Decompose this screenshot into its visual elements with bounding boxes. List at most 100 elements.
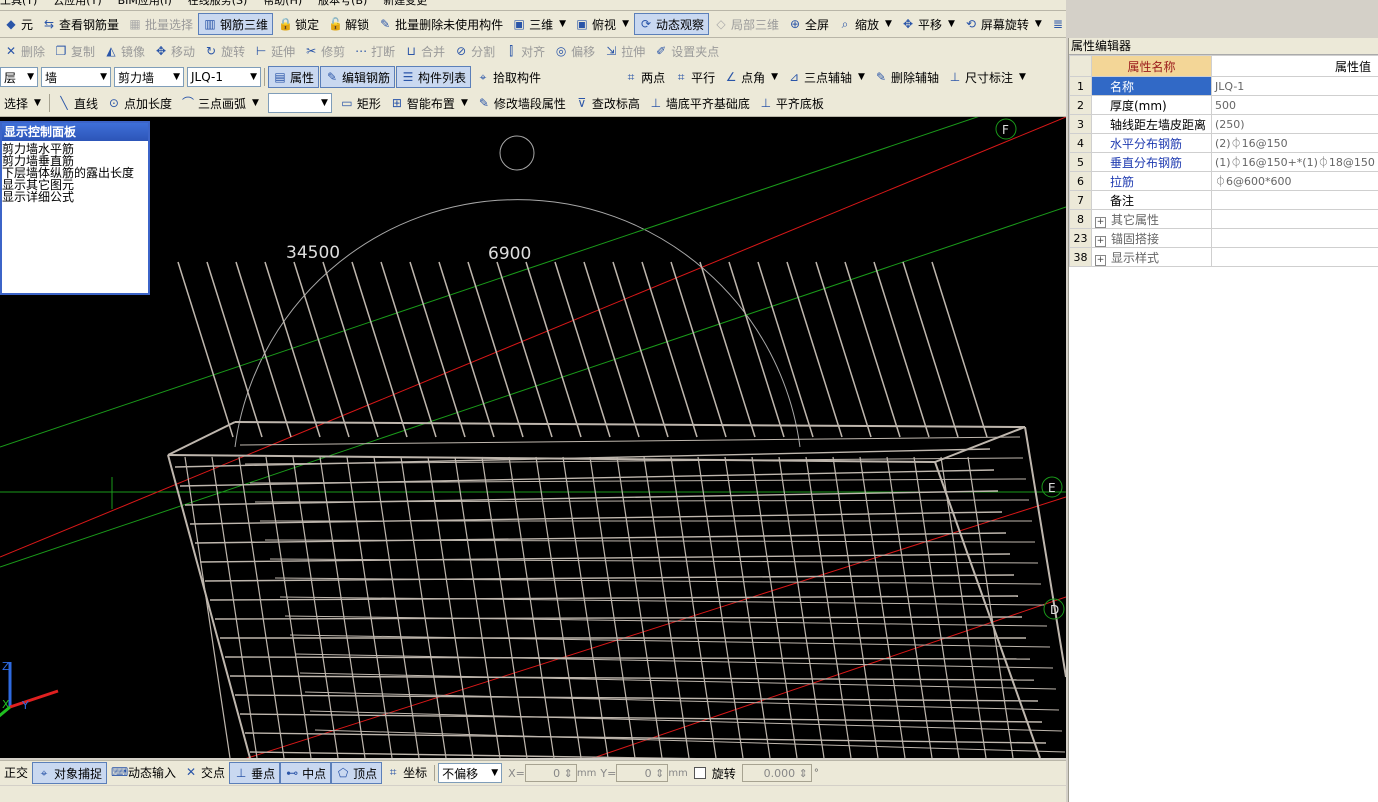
property-value[interactable]: 500 (1211, 95, 1378, 115)
wall-base-align-button[interactable]: ⊥ 墙底平齐基础底 (645, 92, 754, 114)
rectangle-button[interactable]: ▭ 矩形 (336, 92, 385, 114)
tool-button[interactable]: 正交 (0, 762, 32, 782)
parallel-axis-button[interactable]: ⌗ 平行 (670, 66, 719, 88)
batch-delete-button[interactable]: ✎ 批量删除未使用构件 (374, 13, 507, 35)
menu-item[interactable]: 工具(T) (0, 0, 37, 8)
property-value[interactable] (1211, 190, 1378, 210)
edit-rebar-button[interactable]: ✎ 编辑钢筋 (320, 66, 396, 88)
vertex-button[interactable]: ⬠ 顶点 (331, 762, 383, 784)
y-input[interactable]: 0 ⇕ (616, 764, 669, 782)
three-point-axis-button[interactable]: ⊿ 三点辅轴 ▼ (783, 66, 869, 88)
move-button[interactable]: ✥ 移动 (150, 40, 199, 62)
modify-wall-button[interactable]: ✎ 修改墙段属性 (473, 92, 570, 114)
break-button[interactable]: ⋯ 打断 (350, 40, 399, 62)
expand-icon[interactable]: + (1095, 216, 1106, 228)
property-name-cell[interactable]: 水平分布钢筋 (1091, 133, 1212, 153)
control-panel-item[interactable]: 显示详细公式 (2, 191, 148, 203)
component-list-button[interactable]: ☰ 构件列表 (396, 66, 472, 88)
property-value[interactable]: (2)⏀16@150 (1211, 133, 1378, 153)
property-name-cell[interactable]: 垂直分布钢筋 (1091, 152, 1212, 172)
orbit-button[interactable]: ⟳ 动态观察 (633, 13, 709, 35)
property-value[interactable] (1211, 247, 1378, 267)
midpoint-button[interactable]: ⊷ 中点 (280, 762, 332, 784)
element-button[interactable]: ◆ 元 (0, 13, 37, 35)
property-name-cell[interactable]: + 显示样式 (1091, 247, 1212, 267)
smart-layout-button[interactable]: ⊞ 智能布置 ▼ (386, 92, 472, 114)
copy-button[interactable]: ❐ 复制 (50, 40, 99, 62)
control-panel-title[interactable]: 显示控制面板 (2, 123, 148, 141)
intersection-button[interactable]: ✕ 交点 (180, 762, 229, 782)
property-row[interactable]: 1 名称 JLQ-1 (1069, 76, 1378, 96)
property-row[interactable]: 2 厚度(mm) 500 (1069, 95, 1378, 115)
line-button[interactable]: ╲ 直线 (53, 92, 102, 114)
property-name-cell[interactable]: 备注 (1091, 190, 1212, 210)
properties-button[interactable]: ▤ 属性 (268, 66, 320, 88)
rotate-screen-button[interactable]: ⟲ 屏幕旋转 ▼ (960, 13, 1046, 35)
property-name-cell[interactable]: + 锚固搭接 (1091, 228, 1212, 248)
dimension-button[interactable]: ⊥ 尺寸标注 ▼ (944, 66, 1030, 88)
arc-option-select[interactable]: ▼ (267, 93, 332, 113)
menu-item[interactable]: BIM应用(I) (118, 0, 172, 8)
point-length-button[interactable]: ⊙ 点加长度 (103, 92, 176, 114)
extend-button[interactable]: ⊢ 延伸 (250, 40, 299, 62)
grip-button[interactable]: ✐ 设置夹点 (650, 40, 723, 62)
rotate-button[interactable]: ↻ 旋转 (200, 40, 249, 62)
property-value[interactable]: (1)⏀16@150+*(1)⏀18@150 (1211, 152, 1378, 172)
mirror-button[interactable]: ◭ 镜像 (100, 40, 149, 62)
property-name-cell[interactable]: 厚度(mm) (1091, 95, 1212, 115)
property-row[interactable]: 4 水平分布钢筋 (2)⏀16@150 (1069, 133, 1378, 153)
split-button[interactable]: ⊘ 分割 (450, 40, 499, 62)
delete-button[interactable]: ✕ 删除 (0, 40, 49, 62)
property-value[interactable]: (250) (1211, 114, 1378, 134)
menu-item[interactable]: 新建变更 (383, 0, 427, 8)
expand-icon[interactable]: + (1095, 235, 1106, 247)
slab-align-button[interactable]: ⊥ 平齐底板 (755, 92, 828, 114)
property-row[interactable]: 7 备注 (1069, 190, 1378, 210)
category-select[interactable]: 墙 ▼ (41, 67, 111, 87)
expand-icon[interactable]: + (1095, 254, 1106, 266)
3d-viewport[interactable]: 34500 6900 F E D Z X Y (0, 117, 1066, 758)
floor-select-button[interactable]: ≣选择楼层 (1047, 13, 1066, 35)
rebar-3d-button[interactable]: ▥ 钢筋三维 (198, 13, 274, 35)
menu-item[interactable]: 云应用(Y) (53, 0, 101, 8)
property-value[interactable] (1211, 209, 1378, 229)
property-row[interactable]: 23 + 锚固搭接 (1069, 228, 1378, 248)
menu-item[interactable]: 帮助(H) (263, 0, 302, 8)
zoom-button[interactable]: ⌕ 缩放 ▼ (834, 13, 896, 35)
select-dropdown[interactable]: 选择 ▼ (0, 92, 45, 114)
rotate-input[interactable]: 0.000 ⇕ (741, 764, 812, 782)
type-select[interactable]: 剪力墙 ▼ (114, 67, 184, 87)
snap-button[interactable]: ⌖ 对象捕捉 (32, 762, 108, 784)
local-3d-button[interactable]: ◇ 局部三维 (710, 13, 783, 35)
menu-item[interactable]: 版本号(B) (318, 0, 367, 8)
point-angle-button[interactable]: ∠ 点角 ▼ (720, 66, 782, 88)
offset-button[interactable]: ◎ 偏移 (550, 40, 599, 62)
stretch-button[interactable]: ⇲ 拉伸 (600, 40, 649, 62)
align-button[interactable]: ⫿ 对齐 (500, 40, 549, 62)
property-name-cell[interactable]: 轴线距左墙皮距离 (1091, 114, 1212, 134)
elevation-button[interactable]: ⊽ 查改标高 (571, 92, 644, 114)
property-row[interactable]: 38 + 显示样式 (1069, 247, 1378, 267)
property-value[interactable] (1211, 228, 1378, 248)
pick-button[interactable]: ⌖ 拾取构件 (472, 66, 545, 88)
merge-button[interactable]: ⊔ 合并 (400, 40, 449, 62)
property-row[interactable]: 8 + 其它属性 (1069, 209, 1378, 229)
delete-axis-button[interactable]: ✎ 删除辅轴 (870, 66, 943, 88)
unlock-button[interactable]: 🔓 解锁 (324, 13, 373, 35)
component-select[interactable]: JLQ-1 ▼ (187, 67, 261, 87)
property-value-header[interactable]: 属性值 (1211, 55, 1378, 77)
perpendicular-button[interactable]: ⊥ 垂点 (229, 762, 281, 784)
view-rebar-button[interactable]: ⇆ 查看钢筋量 (38, 13, 123, 35)
batch-select-button[interactable]: ▦ 批量选择 (124, 13, 197, 35)
lock-button[interactable]: 🔒 锁定 (274, 13, 323, 35)
floor-select[interactable]: 层 ▼ (0, 67, 38, 87)
top-view-button[interactable]: ▣ 俯视 ▼ (571, 13, 633, 35)
property-name-header[interactable]: 属性名称 (1091, 55, 1212, 77)
rotate-checkbox[interactable] (693, 767, 706, 779)
property-value[interactable]: ⏀6@600*600 (1211, 171, 1378, 191)
dynamic-input-button[interactable]: ⌨ 动态输入 (107, 762, 180, 782)
property-name-cell[interactable]: 拉筋 (1091, 171, 1212, 191)
offset-mode-select[interactable]: 不偏移 ▼ (438, 763, 503, 783)
pan-button[interactable]: ✥ 平移 ▼ (897, 13, 959, 35)
property-row[interactable]: 3 轴线距左墙皮距离 (250) (1069, 114, 1378, 134)
